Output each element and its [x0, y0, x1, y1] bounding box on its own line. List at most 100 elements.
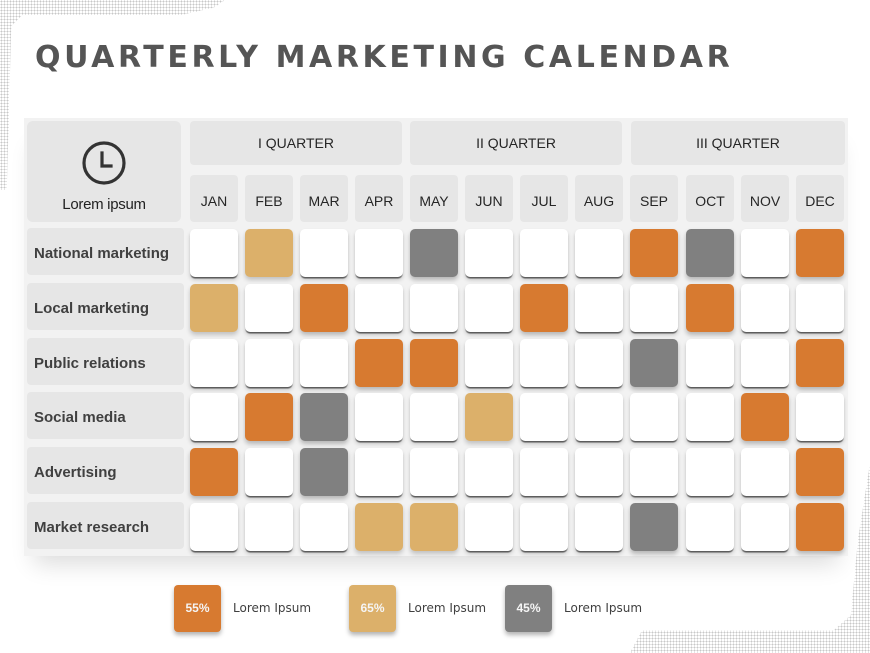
calendar-cell-nov-empty[interactable]: [741, 284, 789, 332]
calendar-cell-oct-empty[interactable]: [686, 339, 734, 387]
calendar-cell-mar-orange[interactable]: [300, 284, 348, 332]
legend-swatch-tan: 65%: [349, 584, 396, 632]
month-header-feb: FEB: [245, 175, 293, 222]
calendar-cell-jun-empty[interactable]: [465, 229, 513, 277]
calendar-cell-may-orange[interactable]: [410, 339, 458, 387]
calendar-cell-apr-empty[interactable]: [355, 229, 403, 277]
calendar-cell-jan-empty[interactable]: [190, 339, 238, 387]
calendar-cell-apr-empty[interactable]: [355, 393, 403, 441]
calendar-cell-mar-empty[interactable]: [300, 503, 348, 551]
calendar-cell-mar-empty[interactable]: [300, 229, 348, 277]
calendar-cell-sep-gray[interactable]: [630, 503, 678, 551]
calendar-cell-may-empty[interactable]: [410, 393, 458, 441]
calendar-cell-jul-orange[interactable]: [520, 284, 568, 332]
row-label: Public relations: [27, 338, 184, 385]
calendar-cell-jun-empty[interactable]: [465, 284, 513, 332]
quarter-header-2: II QUARTER: [410, 121, 622, 165]
calendar-cell-jun-tan[interactable]: [465, 393, 513, 441]
calendar-cell-feb-empty[interactable]: [245, 448, 293, 496]
legend-swatch-orange: 55%: [174, 584, 221, 632]
month-header-jul: JUL: [520, 175, 568, 222]
corner-header: Lorem ipsum: [27, 121, 181, 222]
calendar-cell-feb-empty[interactable]: [245, 339, 293, 387]
calendar-cell-jul-empty[interactable]: [520, 448, 568, 496]
calendar-cell-oct-empty[interactable]: [686, 393, 734, 441]
calendar-cell-may-empty[interactable]: [410, 448, 458, 496]
row-label: National marketing: [27, 228, 184, 275]
legend-label: Lorem Ipsum: [233, 601, 312, 615]
page-title: QUARTERLY MARKETING CALENDAR: [35, 40, 734, 75]
calendar-cell-apr-tan[interactable]: [355, 503, 403, 551]
calendar-cell-jun-empty[interactable]: [465, 503, 513, 551]
quarter-header-3: III QUARTER: [631, 121, 845, 165]
calendar-cell-aug-empty[interactable]: [575, 284, 623, 332]
calendar-cell-nov-empty[interactable]: [741, 448, 789, 496]
calendar-cell-aug-empty[interactable]: [575, 448, 623, 496]
calendar-cell-jul-empty[interactable]: [520, 339, 568, 387]
calendar-cell-jul-empty[interactable]: [520, 393, 568, 441]
row-label: Market research: [27, 502, 184, 549]
calendar-cell-feb-empty[interactable]: [245, 503, 293, 551]
calendar-cell-nov-empty[interactable]: [741, 503, 789, 551]
calendar-cell-sep-gray[interactable]: [630, 339, 678, 387]
calendar-cell-mar-gray[interactable]: [300, 393, 348, 441]
calendar-cell-feb-empty[interactable]: [245, 284, 293, 332]
calendar-cell-may-gray[interactable]: [410, 229, 458, 277]
month-header-dec: DEC: [796, 175, 844, 222]
month-header-aug: AUG: [575, 175, 623, 222]
calendar-cell-mar-gray[interactable]: [300, 448, 348, 496]
calendar-cell-may-tan[interactable]: [410, 503, 458, 551]
month-header-mar: MAR: [300, 175, 348, 222]
calendar-cell-nov-empty[interactable]: [741, 229, 789, 277]
calendar-cell-mar-empty[interactable]: [300, 339, 348, 387]
calendar-cell-dec-orange[interactable]: [796, 503, 844, 551]
calendar-cell-dec-orange[interactable]: [796, 229, 844, 277]
legend-item: 65% Lorem Ipsum: [349, 584, 486, 632]
calendar-cell-apr-orange[interactable]: [355, 339, 403, 387]
calendar-cell-dec-empty[interactable]: [796, 393, 844, 441]
row-label: Local marketing: [27, 283, 184, 330]
calendar-cell-nov-empty[interactable]: [741, 339, 789, 387]
calendar-cell-dec-empty[interactable]: [796, 284, 844, 332]
calendar-cell-jan-tan[interactable]: [190, 284, 238, 332]
calendar-cell-aug-empty[interactable]: [575, 503, 623, 551]
calendar-cell-jan-empty[interactable]: [190, 393, 238, 441]
calendar-cell-oct-orange[interactable]: [686, 284, 734, 332]
legend-label: Lorem Ipsum: [408, 601, 487, 615]
legend-swatch-gray: 45%: [505, 584, 552, 632]
calendar-cell-oct-gray[interactable]: [686, 229, 734, 277]
calendar-cell-jan-orange[interactable]: [190, 448, 238, 496]
calendar-cell-feb-orange[interactable]: [245, 393, 293, 441]
calendar-cell-oct-empty[interactable]: [686, 503, 734, 551]
calendar-cell-dec-orange[interactable]: [796, 448, 844, 496]
calendar-cell-jan-empty[interactable]: [190, 503, 238, 551]
calendar-cell-sep-empty[interactable]: [630, 284, 678, 332]
month-header-jan: JAN: [190, 175, 238, 222]
calendar-cell-aug-empty[interactable]: [575, 229, 623, 277]
legend-label: Lorem Ipsum: [564, 601, 643, 615]
calendar-cell-apr-empty[interactable]: [355, 284, 403, 332]
calendar-cell-aug-empty[interactable]: [575, 339, 623, 387]
calendar-cell-jul-empty[interactable]: [520, 229, 568, 277]
calendar-cell-apr-empty[interactable]: [355, 448, 403, 496]
row-label: Advertising: [27, 447, 184, 494]
calendar-cell-jan-empty[interactable]: [190, 229, 238, 277]
calendar-cell-sep-empty[interactable]: [630, 448, 678, 496]
calendar-cell-aug-empty[interactable]: [575, 393, 623, 441]
calendar-cell-nov-orange[interactable]: [741, 393, 789, 441]
month-header-oct: OCT: [686, 175, 734, 222]
calendar-cell-sep-orange[interactable]: [630, 229, 678, 277]
calendar-cell-sep-empty[interactable]: [630, 393, 678, 441]
corner-label: Lorem ipsum: [62, 196, 146, 213]
month-header-nov: NOV: [741, 175, 789, 222]
calendar-cell-jul-empty[interactable]: [520, 503, 568, 551]
calendar-cell-dec-orange[interactable]: [796, 339, 844, 387]
calendar-cell-feb-tan[interactable]: [245, 229, 293, 277]
calendar-cell-jun-empty[interactable]: [465, 448, 513, 496]
month-header-apr: APR: [355, 175, 403, 222]
calendar-cell-may-empty[interactable]: [410, 284, 458, 332]
calendar-cell-oct-empty[interactable]: [686, 448, 734, 496]
month-header-sep: SEP: [630, 175, 678, 222]
quarter-header-1: I QUARTER: [190, 121, 402, 165]
calendar-cell-jun-empty[interactable]: [465, 339, 513, 387]
